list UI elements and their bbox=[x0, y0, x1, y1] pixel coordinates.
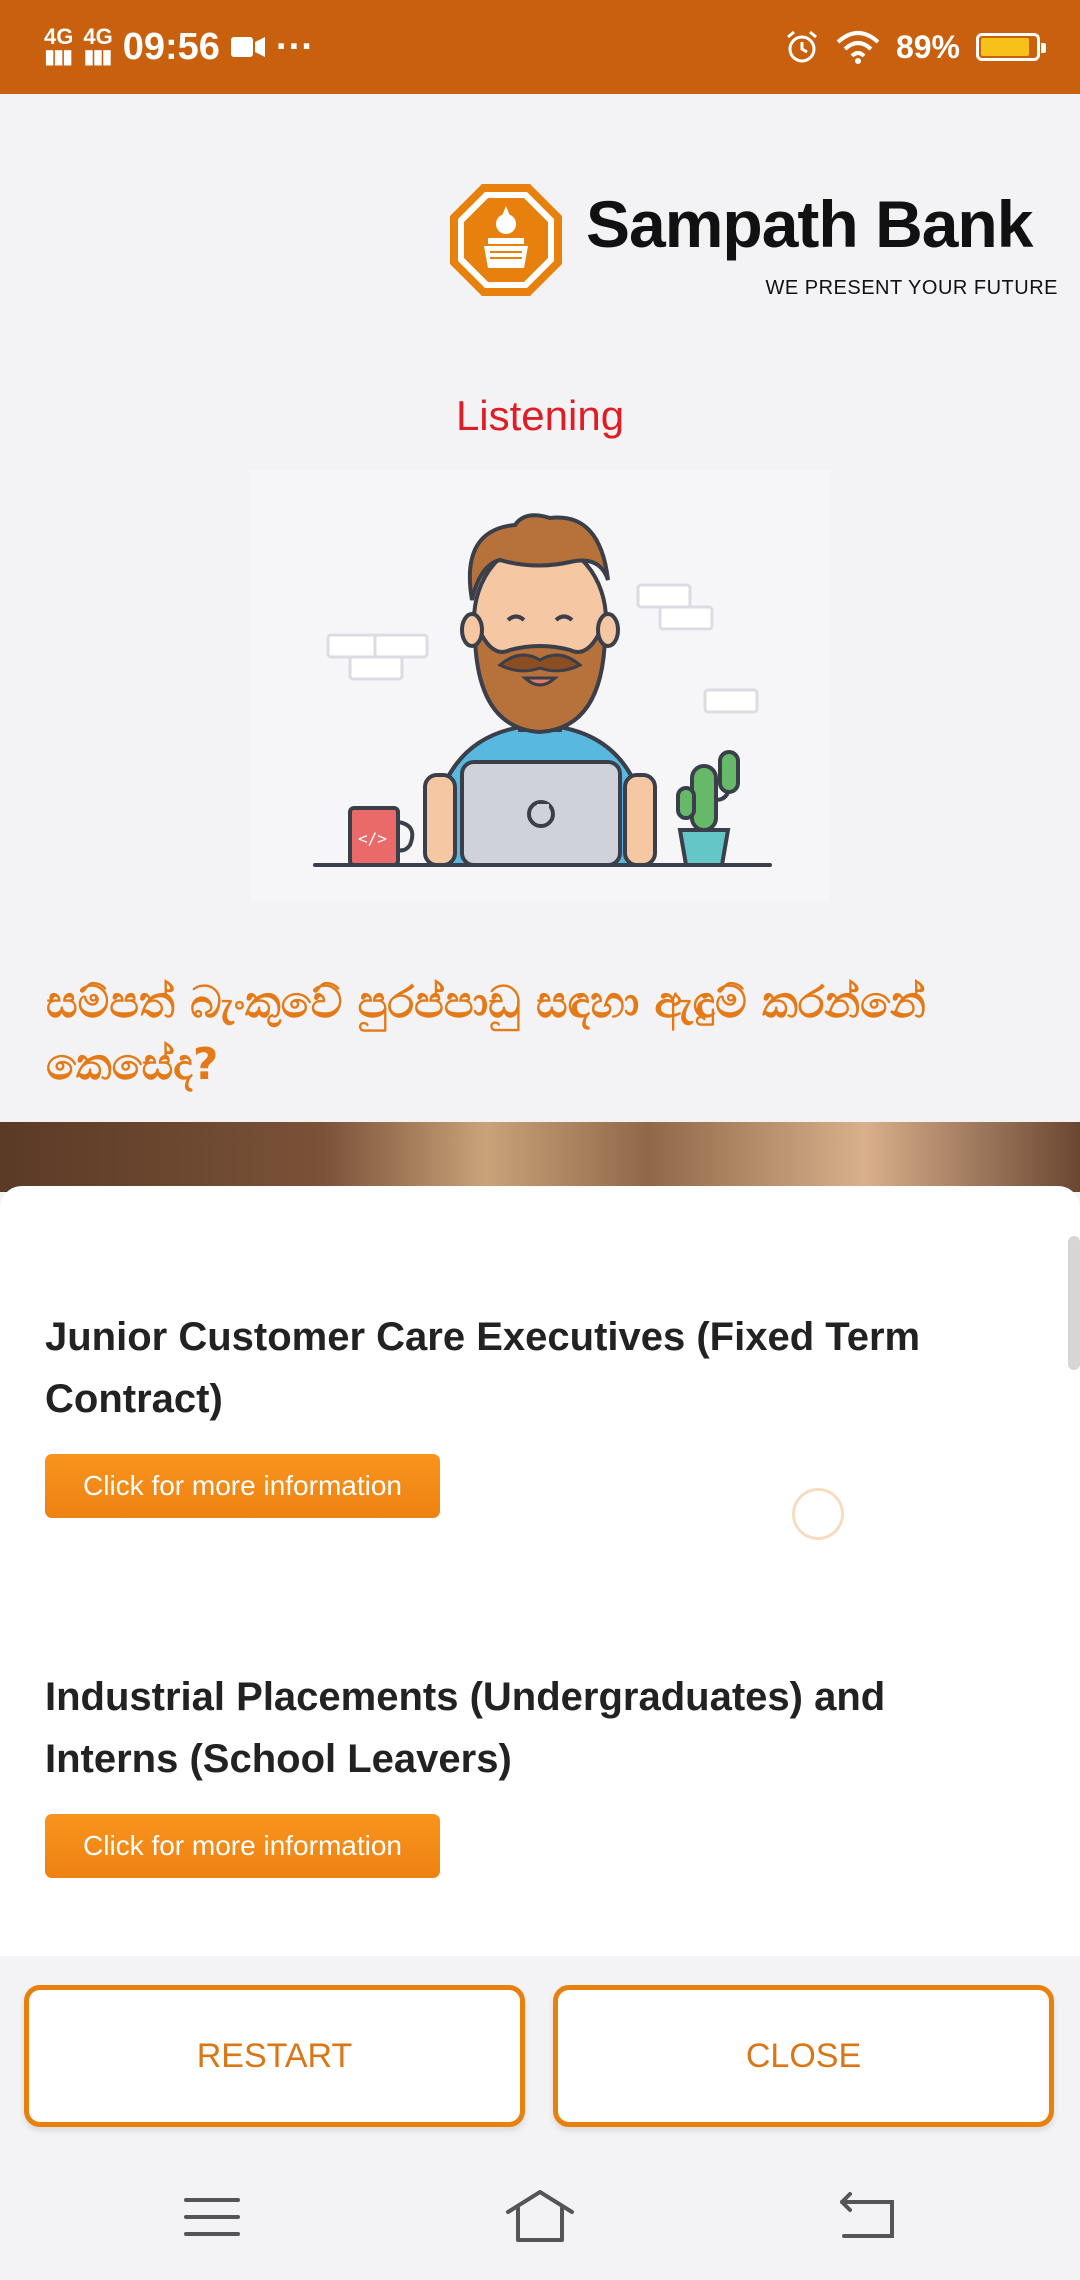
svg-text:</>: </> bbox=[358, 829, 387, 848]
more-info-button[interactable]: Click for more information bbox=[45, 1814, 440, 1878]
sampath-logo-mark bbox=[450, 184, 562, 296]
back-icon[interactable] bbox=[828, 2182, 908, 2252]
bank-tagline: WE PRESENT YOUR FUTURE bbox=[765, 277, 1058, 299]
job-list-sheet[interactable]: Junior Customer Care Executives (Fixed T… bbox=[0, 1186, 1080, 1956]
home-icon[interactable] bbox=[500, 2182, 580, 2252]
close-button[interactable]: CLOSE bbox=[553, 1985, 1054, 2127]
developer-illustration: </> bbox=[250, 470, 830, 900]
more-icon: ··· bbox=[275, 25, 314, 68]
job-item: Industrial Placements (Undergraduates) a… bbox=[45, 1666, 1025, 1878]
wifi-icon bbox=[836, 31, 880, 64]
video-icon bbox=[230, 37, 265, 57]
signal-icon-1: 4G ▮▮▮ bbox=[44, 24, 74, 68]
touch-indicator bbox=[792, 1488, 844, 1540]
action-bar: RESTART CLOSE bbox=[0, 1956, 1080, 2152]
menu-icon[interactable] bbox=[172, 2182, 252, 2252]
question-heading: සම්පත් බැංකුවේ පුරප්පාඩු සඳහා ඇඳුම් කරන්… bbox=[46, 977, 926, 1090]
job-title: Junior Customer Care Executives (Fixed T… bbox=[45, 1315, 921, 1421]
clock: 09:56 bbox=[122, 25, 220, 68]
status-bar: 4G ▮▮▮ 4G ▮▮▮ 09:56 ··· 89% bbox=[0, 0, 1080, 94]
system-nav-bar bbox=[0, 2152, 1080, 2280]
battery-icon bbox=[976, 33, 1046, 61]
battery-percent: 89% bbox=[895, 28, 960, 65]
scrollbar[interactable] bbox=[1068, 1236, 1080, 1370]
bank-name: Sampath Bank bbox=[586, 187, 1033, 261]
restart-button[interactable]: RESTART bbox=[24, 1985, 525, 2127]
bank-logo: Sampath Bank WE PRESENT YOUR FUTURE bbox=[448, 182, 1058, 302]
job-title: Industrial Placements (Undergraduates) a… bbox=[45, 1675, 886, 1781]
alarm-icon bbox=[786, 30, 817, 63]
listening-status: Listening bbox=[455, 392, 625, 439]
job-item: Junior Customer Care Executives (Fixed T… bbox=[45, 1306, 1025, 1518]
signal-icon-2: 4G ▮▮▮ bbox=[83, 24, 113, 68]
more-info-button[interactable]: Click for more information bbox=[45, 1454, 440, 1518]
banner-photo bbox=[0, 1122, 1080, 1192]
